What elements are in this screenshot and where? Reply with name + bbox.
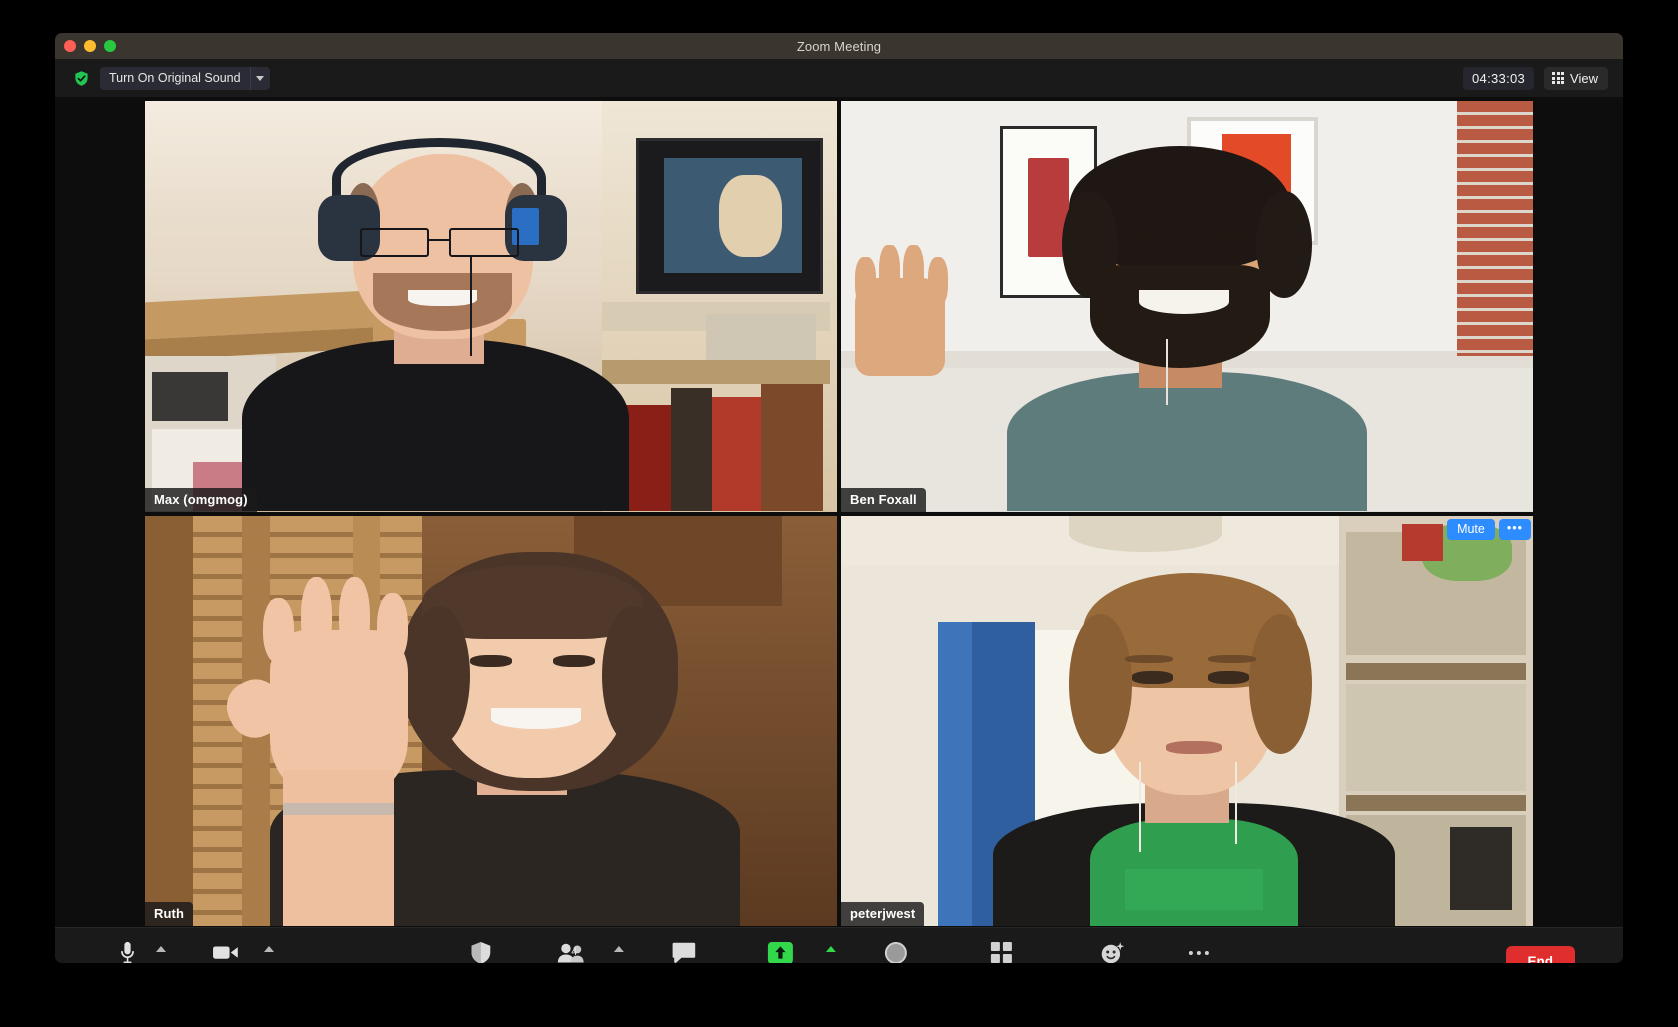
chat-bubble-icon xyxy=(672,940,696,964)
chevron-down-icon xyxy=(256,75,265,81)
toolbar-stop-video-button[interactable]: Stop Video xyxy=(196,940,255,964)
toolbar-participants-button[interactable]: 4 Participants xyxy=(542,940,605,964)
video-feed-ben xyxy=(841,101,1533,512)
window-title: Zoom Meeting xyxy=(796,38,882,54)
toolbar-security-button[interactable]: Security xyxy=(459,940,502,963)
toolbar-breakout-rooms-button[interactable]: Breakout Rooms xyxy=(956,940,1045,963)
view-layout-button[interactable]: View xyxy=(1544,66,1608,90)
window-titlebar: Zoom Meeting xyxy=(55,33,1623,59)
toolbar-center-group: Security 4 Participant xyxy=(459,928,1219,963)
toolbar-left-group: Mute Stop Video xyxy=(107,928,274,963)
participant-video-grid: Max (omgmog) Ben Foxall Ruth Mute ••• pe… xyxy=(55,97,1623,927)
end-meeting-button[interactable]: End xyxy=(1505,945,1575,963)
share-screen-control-group: Share Screen xyxy=(744,940,837,963)
video-options-chevron-up-icon[interactable] xyxy=(263,945,274,952)
video-scene-peterjwest xyxy=(841,515,1533,926)
toolbar-right-group: End xyxy=(1505,928,1575,963)
share-screen-options-chevron-up-icon[interactable] xyxy=(826,945,837,952)
toolbar-share-screen-button[interactable]: Share Screen xyxy=(744,940,817,963)
original-sound-control[interactable]: Turn On Original Sound xyxy=(100,66,270,90)
toolbar-more-button[interactable]: More xyxy=(1179,940,1219,964)
close-window-button[interactable] xyxy=(64,40,76,52)
shield-check-icon[interactable] xyxy=(72,68,91,88)
breakout-rooms-icon xyxy=(990,940,1012,963)
participants-control-group: 4 Participants xyxy=(542,940,624,964)
record-circle-icon xyxy=(885,940,908,963)
video-control-group: Stop Video xyxy=(196,940,274,964)
video-scene-ben xyxy=(841,101,1533,512)
original-sound-label[interactable]: Turn On Original Sound xyxy=(100,67,250,90)
participants-count-badge: 4 xyxy=(571,945,578,958)
meeting-topbar: Turn On Original Sound 04:33:03 View xyxy=(55,59,1623,97)
meeting-toolbar: Mute Stop Video xyxy=(55,927,1623,963)
share-arrow-up-icon xyxy=(768,940,794,963)
participant-tile-peterjwest[interactable]: Mute ••• peterjwest xyxy=(841,515,1533,926)
zoom-app-root: Zoom Meeting Turn On Original Sound 04:3… xyxy=(0,0,1678,1027)
toolbar-mute-button[interactable]: Mute xyxy=(107,940,147,964)
video-camera-icon xyxy=(212,940,239,964)
participants-options-chevron-up-icon[interactable] xyxy=(613,945,624,952)
mute-control-group: Mute xyxy=(107,940,166,964)
mute-participant-button[interactable]: Mute xyxy=(1447,518,1495,540)
window-traffic-lights xyxy=(64,33,116,59)
video-feed-peterjwest xyxy=(841,515,1533,926)
grid-icon xyxy=(1552,72,1565,84)
participant-tile-max[interactable]: Max (omgmog) xyxy=(145,101,837,512)
original-sound-dropdown-button[interactable] xyxy=(249,66,270,90)
meeting-timer: 04:33:03 xyxy=(1463,66,1535,90)
meeting-window: Zoom Meeting Turn On Original Sound 04:3… xyxy=(55,33,1623,963)
view-button-label: View xyxy=(1570,70,1598,86)
shield-icon xyxy=(470,940,492,963)
participant-tile-ruth[interactable]: Ruth xyxy=(145,515,837,926)
maximize-window-button[interactable] xyxy=(104,40,116,52)
reactions-smiley-icon xyxy=(1100,940,1125,964)
minimize-window-button[interactable] xyxy=(84,40,96,52)
toolbar-reactions-button[interactable]: Reactions xyxy=(1086,940,1139,964)
topbar-right-group: 04:33:03 View xyxy=(1463,59,1608,97)
ellipsis-icon xyxy=(1189,940,1210,964)
participant-tile-ben[interactable]: Ben Foxall xyxy=(841,101,1533,512)
microphone-icon xyxy=(119,940,136,964)
video-scene-ruth xyxy=(145,515,837,926)
tile-hover-actions: Mute ••• xyxy=(1447,518,1531,540)
video-feed-ruth xyxy=(145,515,837,926)
toolbar-record-button[interactable]: Record xyxy=(876,940,916,963)
video-feed-max xyxy=(145,101,837,512)
video-scene-max xyxy=(145,101,837,512)
participant-name-label: Ben Foxall xyxy=(841,487,926,512)
participant-name-label: Max (omgmog) xyxy=(145,487,257,512)
tile-more-options-button[interactable]: ••• xyxy=(1498,518,1531,540)
participant-name-label: Ruth xyxy=(145,902,193,926)
participant-name-label: peterjwest xyxy=(841,902,925,926)
toolbar-chat-button[interactable]: Chat xyxy=(664,940,704,964)
mute-options-chevron-up-icon[interactable] xyxy=(156,945,166,952)
topbar-left-group: Turn On Original Sound xyxy=(72,66,270,90)
